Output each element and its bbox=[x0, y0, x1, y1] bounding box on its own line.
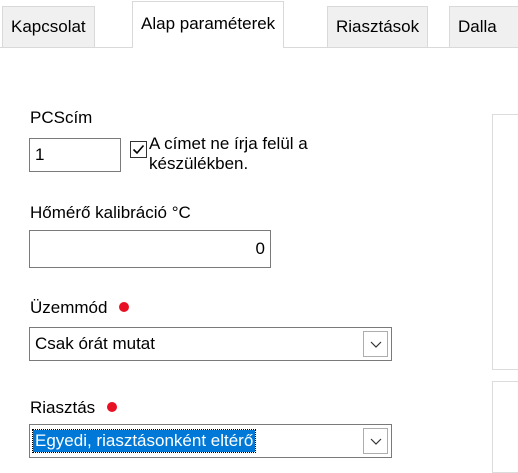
required-indicator-icon bbox=[119, 302, 130, 312]
operating-mode-value: Csak órát mutat bbox=[35, 334, 155, 353]
chevron-down-icon bbox=[370, 341, 382, 348]
operating-mode-dropdown-button[interactable] bbox=[363, 331, 388, 357]
tab-alap-parameterek[interactable]: Alap paraméterek bbox=[132, 1, 285, 48]
chevron-down-icon bbox=[370, 438, 382, 445]
operating-mode-label: Üzemmód bbox=[30, 298, 108, 317]
thermometer-calibration-input[interactable]: 0 bbox=[29, 230, 271, 268]
tab-riasztasok[interactable]: Riasztások bbox=[327, 6, 429, 47]
tab-strip: Kapcsolat Alap paraméterek Riasztások Da… bbox=[0, 0, 518, 48]
alarm-label: Riasztás bbox=[30, 398, 96, 417]
keep-address-checkbox[interactable] bbox=[130, 141, 147, 158]
pcs-address-label: PCScím bbox=[30, 108, 93, 127]
right-group-panel-top bbox=[492, 114, 518, 370]
alarm-select[interactable]: Egyedi, riasztásonként eltérő bbox=[29, 424, 392, 458]
thermometer-calibration-label: Hőmérő kalibráció °C bbox=[30, 203, 191, 222]
tab-kapcsolat[interactable]: Kapcsolat bbox=[2, 6, 95, 47]
pcs-address-input[interactable]: 1 bbox=[29, 138, 121, 172]
keep-address-label-line2: készülékben. bbox=[149, 154, 249, 173]
alarm-dropdown-button[interactable] bbox=[363, 428, 388, 454]
right-group-panel-bottom bbox=[492, 381, 518, 473]
operating-mode-label-row: Üzemmód bbox=[30, 298, 130, 318]
alarm-label-row: Riasztás bbox=[30, 398, 118, 418]
keep-address-label-line1: A címet ne írja felül a bbox=[149, 134, 308, 153]
required-indicator-icon bbox=[107, 402, 118, 412]
checkmark-icon bbox=[132, 144, 145, 155]
alarm-value: Egyedi, riasztásonként eltérő bbox=[31, 429, 257, 453]
operating-mode-select[interactable]: Csak órát mutat bbox=[29, 327, 392, 361]
tab-dallamok[interactable]: Dalla bbox=[449, 6, 518, 47]
